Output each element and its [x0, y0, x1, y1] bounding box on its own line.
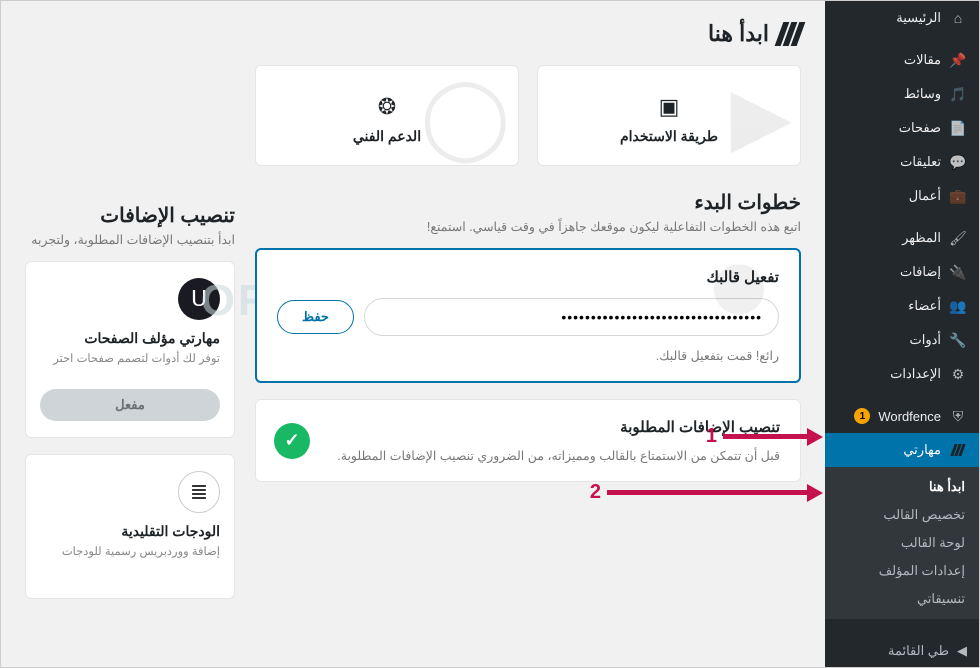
sidebar-submenu: ابدأ هنا تخصيص القالب لوحة القالب إعدادا…: [825, 467, 979, 619]
sidebar-item-appearance[interactable]: 🖌 المظهر: [825, 221, 979, 255]
sidebar-item-label: مهارتي: [903, 442, 941, 458]
sidebar-item-maharti[interactable]: مهارتي: [825, 433, 979, 467]
check-icon: ✓: [274, 423, 310, 459]
submenu-item-formats[interactable]: تنسيقاتي: [825, 585, 979, 613]
sidebar-item-portfolio[interactable]: 💼 أعمال: [825, 179, 979, 213]
save-button[interactable]: حفظ: [277, 300, 354, 334]
settings-icon: ⚙: [949, 365, 967, 383]
step-activate-card: تفعيل قالبك حفظ رائع! قمت بتفعيل قالبك.: [255, 248, 801, 383]
stripes-icon: [949, 441, 967, 459]
media-icon: 🎵: [949, 85, 967, 103]
card-usage[interactable]: ▶ ▣ طريقة الاستخدام: [537, 65, 801, 166]
plugin-name: الودجات التقليدية: [40, 523, 220, 540]
step-plugins-card: ✓ تنصيب الإضافات المطلوبة قبل أن تتمكن م…: [255, 399, 801, 482]
sidebar-item-settings[interactable]: ⚙ الإعدادات: [825, 357, 979, 391]
sidebar-item-label: مقالات: [904, 52, 941, 68]
tools-icon: 🔧: [949, 331, 967, 349]
sidebar-item-label: إضافات: [900, 264, 941, 280]
plugin-description: إضافة ووردبريس رسمية للودجات: [40, 544, 220, 572]
comment-icon: 💬: [949, 153, 967, 171]
start-steps-subtitle: اتبع هذه الخطوات التفاعلية ليكون موقعك ج…: [255, 219, 801, 234]
main-content: ORIDSITE.COM ابدأ هنا ▶ ▣ طريقة الاستخدا…: [1, 1, 825, 667]
start-steps-title: خطوات البدء: [255, 190, 801, 215]
plugin-icon: ≣: [178, 471, 220, 513]
sidebar-item-pages[interactable]: 📄 صفحات: [825, 111, 979, 145]
collapse-menu-button[interactable]: ◀طي القائمة: [825, 635, 979, 667]
sidebar-item-label: أعمال: [909, 188, 941, 204]
step-title: تنصيب الإضافات المطلوبة: [336, 418, 780, 436]
sidebar-item-label: صفحات: [899, 120, 941, 136]
sidebar-item-label: وسائط: [904, 86, 941, 102]
appearance-icon: 🖌: [949, 229, 967, 247]
plugin-icon: 🔌: [949, 263, 967, 281]
users-icon: 👥: [949, 297, 967, 315]
admin-sidebar: ⌂ الرئيسية 📌 مقالات 🎵 وسائط 📄 صفحات 💬 تعليقات…: [825, 1, 979, 667]
step-description: قبل أن تتمكن من الاستمتاع بالقالب ومميزا…: [336, 448, 780, 463]
sidebar-item-label: أعضاء: [908, 298, 941, 314]
sidebar-item-media[interactable]: 🎵 وسائط: [825, 77, 979, 111]
page-icon: 📄: [949, 119, 967, 137]
sidebar-item-label: الرئيسية: [896, 10, 941, 26]
submenu-item-panel[interactable]: لوحة القالب: [825, 529, 979, 557]
plugins-panel-subtitle: ابدأ بتنصيب الإضافات المطلوبة، ولتجربه: [25, 232, 235, 247]
shield-icon: ⛨: [949, 407, 967, 425]
sidebar-item-label: أدوات: [909, 332, 941, 348]
plugins-panel-title: تنصيب الإضافات: [25, 203, 235, 228]
sidebar-item-dashboard[interactable]: ⌂ الرئيسية: [825, 1, 979, 35]
page-title: ابدأ هنا: [25, 21, 801, 47]
collapse-icon: ◀: [957, 643, 967, 659]
lifebuoy-bg-icon: ◯: [420, 69, 510, 162]
sidebar-item-posts[interactable]: 📌 مقالات: [825, 43, 979, 77]
plugin-icon: ᑌ: [178, 278, 220, 320]
sidebar-item-tools[interactable]: 🔧 أدوات: [825, 323, 979, 357]
card-support[interactable]: ◯ ❂ الدعم الفني: [255, 65, 519, 166]
sidebar-item-label: تعليقات: [900, 154, 941, 170]
pin-icon: 📌: [949, 51, 967, 69]
sidebar-item-plugins[interactable]: 🔌 إضافات: [825, 255, 979, 289]
logo-icon: [779, 22, 801, 46]
plugin-card: ᑌ مهارتي مؤلف الصفحات توفر لك أدوات لتصم…: [25, 261, 235, 438]
sidebar-item-label: المظهر: [902, 230, 941, 246]
portfolio-icon: 💼: [949, 187, 967, 205]
sidebar-item-comments[interactable]: 💬 تعليقات: [825, 145, 979, 179]
sidebar-item-label: Wordfence: [878, 409, 941, 424]
notification-badge: 1: [854, 408, 870, 424]
sidebar-item-wordfence[interactable]: ⛨ Wordfence 1: [825, 399, 979, 433]
sidebar-item-label: الإعدادات: [890, 366, 941, 382]
submenu-item-customize[interactable]: تخصيص القالب: [825, 501, 979, 529]
sidebar-item-users[interactable]: 👥 أعضاء: [825, 289, 979, 323]
dashboard-icon: ⌂: [949, 9, 967, 27]
plugin-card: ≣ الودجات التقليدية إضافة ووردبريس رسمية…: [25, 454, 235, 599]
plugin-description: توفر لك أدوات لتصمم صفحات احتر: [40, 351, 220, 379]
submenu-item-author[interactable]: إعدادات المؤلف: [825, 557, 979, 585]
key-bg-icon: [679, 250, 799, 381]
plugin-status-button[interactable]: مفعل: [40, 389, 220, 421]
play-bg-icon: ▶: [730, 69, 792, 162]
submenu-item-start[interactable]: ابدأ هنا: [825, 473, 979, 501]
plugin-name: مهارتي مؤلف الصفحات: [40, 330, 220, 347]
